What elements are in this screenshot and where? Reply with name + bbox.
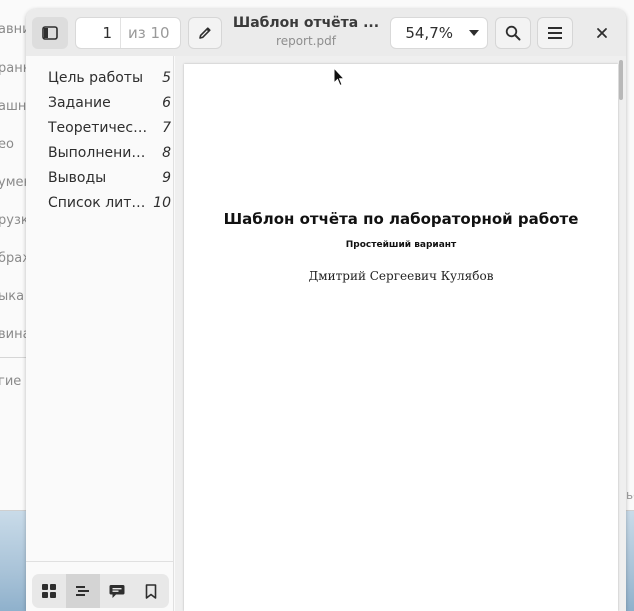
background-sidebar-item: ашн xyxy=(0,99,27,114)
current-page-input[interactable]: 1 xyxy=(76,18,121,48)
background-separator xyxy=(0,357,26,358)
window-title: Шаблон отчёта ... report.pdf xyxy=(231,15,381,48)
bookmarks-tab[interactable] xyxy=(134,574,168,608)
sidebar-toggle-icon xyxy=(42,26,58,40)
main-menu-button[interactable] xyxy=(537,17,573,49)
outline-item[interactable]: Выполнение… 8 xyxy=(48,142,172,164)
document-heading: Шаблон отчёта по лабораторной работе xyxy=(223,210,579,228)
zoom-value: 54,7% xyxy=(405,24,453,42)
header-bar: 1 из 10 Шаблон отчёта ... report.pdf 54,… xyxy=(26,9,626,56)
document-viewer-window: 1 из 10 Шаблон отчёта ... report.pdf 54,… xyxy=(26,9,626,611)
background-sidebar-item: ео xyxy=(0,137,14,152)
outline-tab[interactable] xyxy=(66,574,100,608)
outline-item-page: 5 xyxy=(162,70,171,86)
grid-icon xyxy=(42,584,56,598)
background-text-fragment: ье xyxy=(626,488,634,502)
hamburger-menu-icon xyxy=(548,27,562,39)
page-number-entry[interactable]: 1 из 10 xyxy=(75,17,181,49)
thumbnails-tab[interactable] xyxy=(32,574,66,608)
search-icon xyxy=(505,25,521,41)
pdf-page: Шаблон отчёта по лабораторной работе Про… xyxy=(184,64,618,611)
outline-list-icon xyxy=(76,586,89,596)
background-sidebar-item: ыка xyxy=(0,289,25,304)
outline-item-page: 9 xyxy=(162,170,171,186)
vertical-scrollbar[interactable] xyxy=(619,60,623,100)
document-title-label: Шаблон отчёта ... xyxy=(232,15,380,31)
outline-item[interactable]: Список лите… 10 xyxy=(48,192,172,214)
mouse-cursor-icon xyxy=(333,67,345,87)
outline-item-label: Цель работы xyxy=(48,70,144,86)
sidebar-footer xyxy=(26,561,173,611)
annotations-tab[interactable] xyxy=(100,574,134,608)
chevron-down-icon xyxy=(461,29,487,37)
comment-icon xyxy=(109,584,125,598)
outline-item[interactable]: Выводы 9 xyxy=(48,167,172,189)
document-view[interactable]: Шаблон отчёта по лабораторной работе Про… xyxy=(175,56,626,611)
pencil-icon xyxy=(199,27,211,39)
document-author: Дмитрий Сергеевич Кулябов xyxy=(308,269,494,283)
close-icon xyxy=(597,28,607,38)
document-filename-label: report.pdf xyxy=(276,34,336,48)
outline-item-page: 8 xyxy=(162,145,171,161)
outline-item-label: Выполнение… xyxy=(48,145,148,161)
close-button[interactable] xyxy=(588,19,616,47)
outline-item-label: Задание xyxy=(48,95,111,111)
outline-item-page: 7 xyxy=(162,120,171,136)
zoom-dropdown[interactable]: 54,7% xyxy=(390,17,488,49)
outline-item[interactable]: Цель работы 5 xyxy=(48,67,172,89)
outline-item-label: Выводы xyxy=(48,170,107,186)
annotate-button[interactable] xyxy=(188,17,222,49)
search-button[interactable] xyxy=(495,17,531,49)
background-sidebar-item: рузк xyxy=(0,213,29,228)
sidebar-toggle-button[interactable] xyxy=(32,17,68,49)
document-subtitle: Простейший вариант xyxy=(345,240,457,250)
outline-item-label: Список лите… xyxy=(48,195,148,211)
outline-item-label: Теоретичес… xyxy=(48,120,148,136)
outline-item-page: 10 xyxy=(153,195,171,211)
page-count-label: из 10 xyxy=(128,24,170,42)
bookmark-icon xyxy=(145,583,157,599)
outline-item-page: 6 xyxy=(162,95,171,111)
outline-item[interactable]: Задание 6 xyxy=(48,92,172,114)
outline-item[interactable]: Теоретичес… 7 xyxy=(48,117,172,139)
sidebar-view-switcher xyxy=(32,574,169,608)
sidebar: Цель работы 5 Задание 6 Теоретичес… 7 Вы… xyxy=(26,56,174,611)
